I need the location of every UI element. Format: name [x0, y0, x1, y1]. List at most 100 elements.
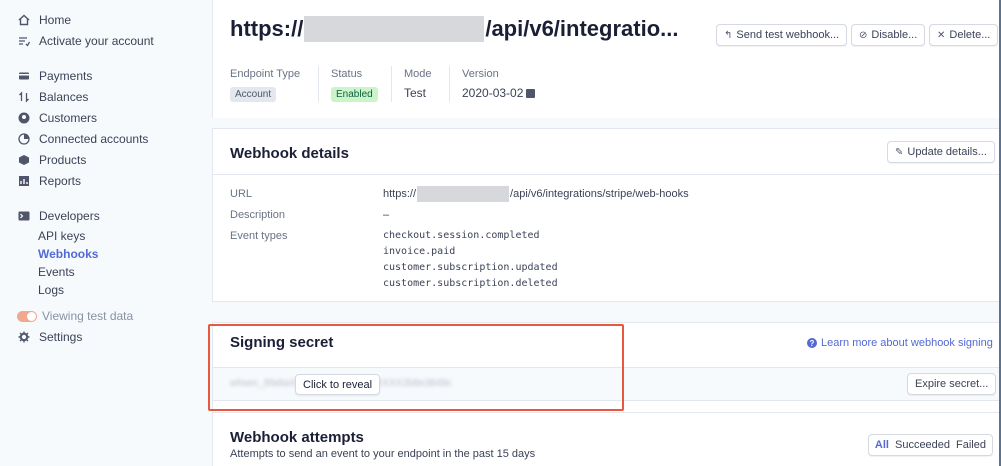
send-test-label: Send test webhook...	[736, 29, 840, 41]
nav-payments[interactable]: Payments	[17, 67, 92, 85]
update-details-button[interactable]: ✎ Update details...	[887, 141, 995, 163]
url-prefix: https://	[383, 188, 417, 200]
learn-more-label: Learn more about webhook signing	[821, 337, 993, 349]
send-icon: ↰	[724, 29, 733, 41]
customers-icon	[17, 111, 31, 125]
mode-value: Test	[404, 86, 427, 100]
nav-activate-account[interactable]: Activate your account	[17, 32, 154, 50]
description-label: Description	[230, 209, 286, 221]
endpoint-header: https:// /api/v6/integratio... ↰ Send te…	[212, 0, 999, 118]
event-type: customer.subscription.updated	[383, 262, 558, 273]
nav-products-label: Products	[39, 153, 87, 167]
attempts-filter: All Succeeded Failed	[867, 434, 993, 456]
version-label: Version	[462, 68, 499, 80]
version: Version 2020-03-02	[462, 68, 536, 100]
url-suffix: /api/v6/integrations/stripe/web-hooks	[510, 188, 689, 200]
close-icon: ✕	[937, 29, 946, 41]
nav-api-keys[interactable]: API keys	[38, 228, 85, 244]
nav-developers-label: Developers	[39, 209, 100, 223]
learn-more-link[interactable]: ? Learn more about webhook signing	[807, 337, 993, 349]
url-value: https:// /api/v6/integrations/stripe/web…	[383, 186, 689, 202]
filter-succeeded[interactable]: Succeeded	[895, 439, 950, 451]
nav-customers-label: Customers	[39, 111, 98, 125]
nav-reports[interactable]: Reports	[17, 172, 81, 190]
nav-webhooks[interactable]: Webhooks	[38, 246, 98, 262]
mode-label: Mode	[404, 68, 432, 80]
nav-home[interactable]: Home	[17, 11, 71, 29]
update-details-label: Update details...	[907, 146, 987, 158]
divider	[213, 174, 999, 175]
nav-payments-label: Payments	[39, 69, 93, 83]
main-content: https:// /api/v6/integratio... ↰ Send te…	[200, 0, 999, 466]
status-label: Status	[331, 68, 363, 80]
endpoint-type-label: Endpoint Type	[230, 68, 301, 80]
url-label: URL	[230, 188, 253, 200]
payments-icon	[17, 69, 31, 83]
description-value: –	[383, 209, 390, 221]
gear-icon	[17, 330, 31, 344]
products-icon	[17, 153, 31, 167]
divider	[391, 66, 392, 102]
nav-logs[interactable]: Logs	[38, 282, 64, 298]
event-type: customer.subscription.deleted	[383, 278, 558, 289]
status: Status Enabled	[331, 68, 378, 102]
reports-icon	[17, 174, 31, 188]
expire-secret-button[interactable]: Expire secret...	[907, 373, 997, 395]
test-data-label: Viewing test data	[42, 309, 134, 323]
checklist-icon	[17, 34, 31, 48]
nav-products[interactable]: Products	[17, 151, 86, 169]
webhook-attempts-title: Webhook attempts	[230, 429, 364, 446]
nav-home-label: Home	[39, 13, 72, 27]
disable-label: Disable...	[871, 29, 918, 41]
home-icon	[17, 13, 31, 27]
nav-balances-label: Balances	[39, 90, 89, 104]
version-value: 2020-03-02	[462, 86, 524, 100]
pencil-icon: ✎	[895, 146, 904, 158]
signing-secret-title: Signing secret	[230, 334, 334, 351]
terminal-icon	[17, 209, 31, 223]
help-icon: ?	[807, 338, 817, 348]
status-badge: Enabled	[331, 87, 378, 102]
webhook-details-card: Webhook details ✎ Update details... URL …	[212, 128, 999, 302]
connected-accounts-icon	[17, 132, 31, 146]
endpoint-type: Endpoint Type Account	[230, 68, 300, 102]
event-type: invoice.paid	[383, 246, 456, 257]
signing-secret-card: Signing secret ? Learn more about webhoo…	[212, 322, 999, 412]
nav-connected-label: Connected accounts	[39, 132, 149, 146]
webhook-attempts-subtitle: Attempts to send an event to your endpoi…	[230, 448, 536, 460]
event-types-label: Event types	[230, 230, 288, 242]
redacted-host	[304, 16, 485, 42]
nav-reports-label: Reports	[39, 174, 82, 188]
send-test-webhook-button[interactable]: ↰ Send test webhook...	[716, 24, 848, 46]
secret-row: whsec_8fa9aXXXXXXXXXXXXXXXXX2b8e3849c Cl…	[213, 367, 999, 401]
delete-label: Delete...	[949, 29, 991, 41]
title-prefix: https://	[230, 16, 304, 41]
nav-customers[interactable]: Customers	[17, 109, 97, 127]
test-data-toggle[interactable]: Viewing test data	[17, 307, 133, 325]
nav-settings-label: Settings	[39, 330, 83, 344]
nav-connected-accounts[interactable]: Connected accounts	[17, 130, 148, 148]
filter-failed[interactable]: Failed	[956, 439, 986, 451]
nav-events[interactable]: Events	[38, 264, 75, 280]
info-icon[interactable]	[526, 88, 536, 98]
filter-all[interactable]: All	[875, 439, 889, 451]
balances-icon	[17, 90, 31, 104]
webhook-details-title: Webhook details	[230, 145, 349, 162]
click-to-reveal-button[interactable]: Click to reveal	[295, 374, 381, 395]
toggle-switch[interactable]	[17, 310, 37, 322]
redacted-host	[417, 186, 510, 202]
event-type: checkout.session.completed	[383, 230, 540, 241]
disable-icon: ⊘	[859, 29, 868, 41]
nav-settings[interactable]: Settings	[17, 328, 82, 346]
divider	[318, 66, 319, 102]
sidebar: Home Activate your account Payments Bala…	[0, 0, 200, 466]
nav-developers[interactable]: Developers	[17, 207, 100, 225]
disable-button[interactable]: ⊘ Disable...	[851, 24, 926, 46]
mode: Mode Test	[404, 68, 432, 100]
nav-balances[interactable]: Balances	[17, 88, 88, 106]
delete-button[interactable]: ✕ Delete...	[929, 24, 999, 46]
page-title: https:// /api/v6/integratio...	[230, 16, 678, 42]
divider	[449, 66, 450, 102]
endpoint-type-badge: Account	[230, 87, 277, 102]
nav-activate-label: Activate your account	[39, 34, 154, 48]
